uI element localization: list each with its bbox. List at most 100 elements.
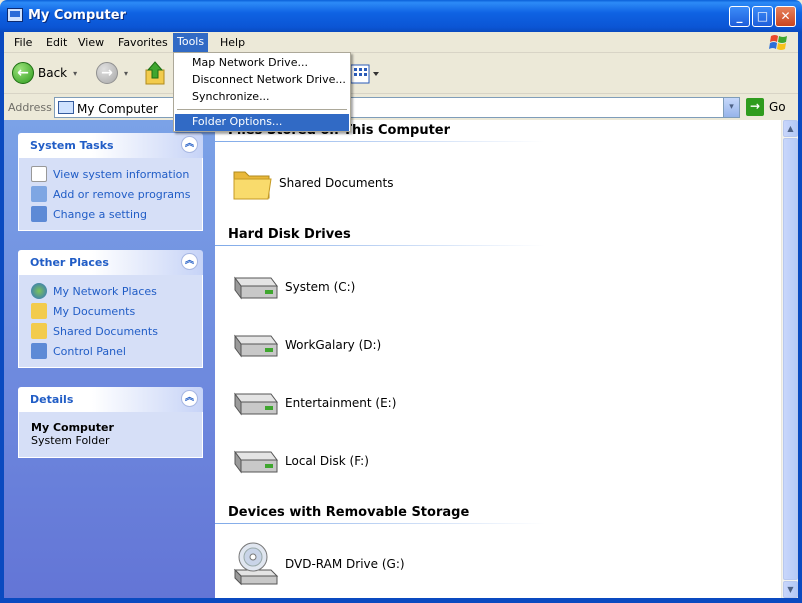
vertical-scrollbar[interactable]: ▲ ▼ bbox=[781, 120, 798, 598]
link-label: My Documents bbox=[53, 304, 136, 318]
back-arrow-icon: ← bbox=[12, 62, 34, 84]
details-body: My Computer System Folder bbox=[18, 412, 203, 458]
minimize-button[interactable]: _ bbox=[729, 6, 750, 27]
dvd-drive-icon bbox=[233, 542, 279, 586]
item-label: System (C:) bbox=[285, 280, 356, 294]
link-label: Change a setting bbox=[53, 207, 147, 221]
hard-drive-icon bbox=[234, 450, 278, 474]
details-title: Details bbox=[30, 393, 74, 406]
link-control-panel[interactable]: Control Panel bbox=[31, 341, 202, 361]
link-my-network-places[interactable]: My Network Places bbox=[31, 281, 202, 301]
window-frame-right bbox=[798, 32, 802, 603]
item-shared-documents[interactable]: Shared Documents bbox=[231, 164, 393, 202]
tools-menu: Map Network Drive... Disconnect Network … bbox=[173, 52, 351, 132]
system-tasks-header[interactable]: System Tasks ︽ bbox=[18, 133, 203, 158]
menu-view[interactable]: View bbox=[74, 35, 108, 51]
link-add-remove-programs[interactable]: Add or remove programs bbox=[31, 184, 202, 204]
item-label: WorkGalary (D:) bbox=[285, 338, 382, 352]
content-area: Files Stored on This Computer Shared Doc… bbox=[215, 120, 781, 598]
item-drive-d[interactable]: WorkGalary (D:) bbox=[231, 330, 381, 360]
system-tasks-body: View system information Add or remove pr… bbox=[18, 158, 203, 231]
other-places-body: My Network Places My Documents Shared Do… bbox=[18, 275, 203, 368]
item-drive-e[interactable]: Entertainment (E:) bbox=[231, 388, 396, 418]
details-header[interactable]: Details ︽ bbox=[18, 387, 203, 412]
my-computer-icon bbox=[7, 8, 23, 22]
hard-drive-icon bbox=[234, 334, 278, 358]
link-label: Add or remove programs bbox=[53, 187, 191, 201]
control-panel-icon bbox=[31, 343, 47, 359]
menu-tools[interactable]: Tools bbox=[173, 33, 209, 52]
group-title-hard-disk-drives: Hard Disk Drives bbox=[228, 227, 351, 242]
control-panel-icon bbox=[31, 206, 47, 222]
group-divider bbox=[215, 141, 545, 142]
menu-edit[interactable]: Edit bbox=[42, 35, 71, 51]
collapse-icon[interactable]: ︽ bbox=[181, 390, 198, 407]
address-dropdown-icon[interactable]: ▾ bbox=[723, 98, 739, 117]
hard-drive-icon bbox=[234, 276, 278, 300]
scroll-down-icon[interactable]: ▼ bbox=[783, 581, 798, 598]
item-label: Shared Documents bbox=[279, 176, 394, 190]
group-title-removable-storage: Devices with Removable Storage bbox=[228, 505, 470, 520]
close-button[interactable]: ✕ bbox=[775, 6, 796, 27]
scroll-up-icon[interactable]: ▲ bbox=[783, 120, 798, 137]
item-drive-f[interactable]: Local Disk (F:) bbox=[231, 446, 369, 476]
folder-icon bbox=[233, 171, 272, 200]
toolbar: ← Back ▾ → ▾ bbox=[4, 54, 798, 94]
link-view-system-information[interactable]: View system information bbox=[31, 164, 202, 184]
system-tasks-panel: System Tasks ︽ View system information A… bbox=[18, 133, 203, 231]
go-label: Go bbox=[769, 100, 786, 114]
back-button[interactable]: ← Back ▾ bbox=[12, 62, 77, 84]
views-button[interactable] bbox=[350, 64, 380, 84]
window-title: My Computer bbox=[28, 8, 126, 23]
back-label: Back bbox=[38, 66, 68, 80]
menu-separator bbox=[177, 109, 347, 110]
item-dvd-drive[interactable]: DVD-RAM Drive (G:) bbox=[231, 540, 405, 588]
link-my-documents[interactable]: My Documents bbox=[31, 301, 202, 321]
other-places-title: Other Places bbox=[30, 256, 109, 269]
maximize-button[interactable]: □ bbox=[752, 6, 773, 27]
menu-item-disconnect-network-drive[interactable]: Disconnect Network Drive... bbox=[175, 72, 349, 89]
address-bar: Address My Computer ▾ → Go bbox=[4, 95, 798, 119]
menu-item-map-network-drive[interactable]: Map Network Drive... bbox=[175, 55, 349, 72]
collapse-icon[interactable]: ︽ bbox=[181, 253, 198, 270]
item-drive-c[interactable]: System (C:) bbox=[231, 272, 355, 302]
menu-help[interactable]: Help bbox=[216, 35, 249, 51]
details-name: My Computer bbox=[31, 421, 114, 434]
address-label: Address bbox=[8, 101, 52, 114]
item-label: DVD-RAM Drive (G:) bbox=[285, 557, 405, 571]
other-places-panel: Other Places ︽ My Network Places My Docu… bbox=[18, 250, 203, 368]
scroll-thumb[interactable] bbox=[783, 138, 798, 580]
folder-icon bbox=[31, 323, 47, 339]
other-places-header[interactable]: Other Places ︽ bbox=[18, 250, 203, 275]
forward-button[interactable]: → ▾ bbox=[96, 62, 128, 84]
address-value: My Computer bbox=[77, 102, 158, 116]
network-places-icon bbox=[31, 283, 47, 299]
my-computer-icon bbox=[58, 101, 74, 114]
link-shared-documents[interactable]: Shared Documents bbox=[31, 321, 202, 341]
go-button[interactable]: → Go bbox=[746, 98, 786, 116]
link-label: My Network Places bbox=[53, 284, 157, 298]
system-tasks-title: System Tasks bbox=[30, 139, 114, 152]
menu-item-synchronize[interactable]: Synchronize... bbox=[175, 89, 349, 106]
menu-bar: File Edit View Favorites Tools Help bbox=[4, 32, 798, 53]
group-divider bbox=[215, 245, 545, 246]
collapse-icon[interactable]: ︽ bbox=[181, 136, 198, 153]
add-remove-programs-icon bbox=[31, 186, 47, 202]
link-change-setting[interactable]: Change a setting bbox=[31, 204, 202, 224]
address-input[interactable]: My Computer ▾ bbox=[54, 97, 740, 118]
menu-file[interactable]: File bbox=[10, 35, 36, 51]
forward-dropdown-icon[interactable]: ▾ bbox=[124, 69, 128, 78]
my-documents-icon bbox=[31, 303, 47, 319]
link-label: Control Panel bbox=[53, 344, 126, 358]
back-dropdown-icon[interactable]: ▾ bbox=[73, 69, 77, 78]
link-label: View system information bbox=[53, 167, 190, 181]
task-pane: System Tasks ︽ View system information A… bbox=[4, 120, 215, 598]
group-divider bbox=[215, 523, 545, 524]
hard-drive-icon bbox=[234, 392, 278, 416]
title-bar[interactable]: My Computer _ □ ✕ bbox=[0, 0, 802, 32]
menu-favorites[interactable]: Favorites bbox=[114, 35, 172, 51]
up-folder-button[interactable] bbox=[144, 60, 168, 86]
menu-item-folder-options[interactable]: Folder Options... bbox=[175, 114, 349, 131]
windows-flag-icon bbox=[769, 35, 787, 50]
details-panel: Details ︽ My Computer System Folder bbox=[18, 387, 203, 458]
